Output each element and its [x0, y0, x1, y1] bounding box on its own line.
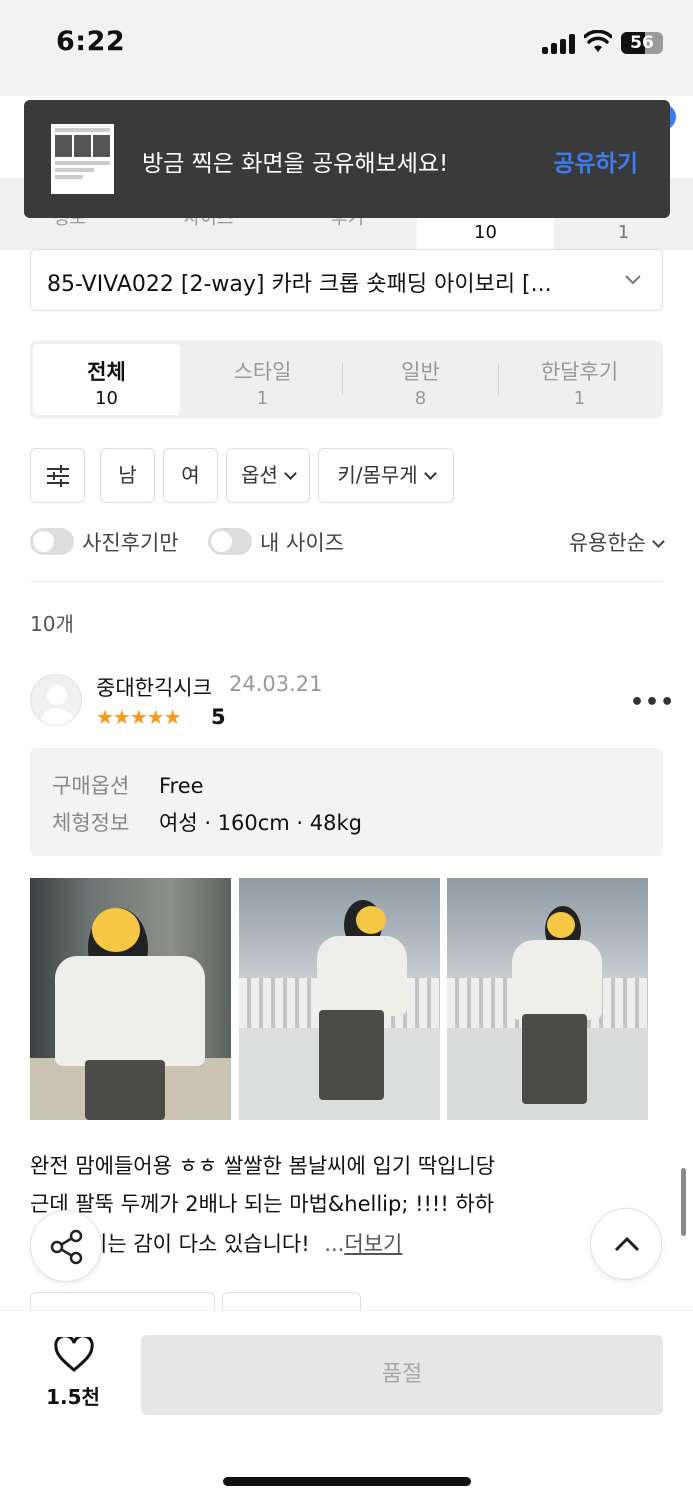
filter-button[interactable] — [30, 448, 85, 503]
chevron-up-icon — [614, 1236, 640, 1252]
toast-message: 방금 찍은 화면을 공유해보세요! — [142, 151, 449, 177]
review-text-line: 완전 맘에들어용 ㅎㅎ 쌀쌀한 봄날씨에 입기 딱입니당 — [30, 1154, 496, 1178]
review-date: 24.03.21 — [229, 672, 323, 696]
star-rating: ★★★★★ — [96, 705, 182, 729]
filter-male[interactable]: 남 — [100, 448, 155, 503]
review-count: 10개 — [30, 612, 74, 636]
review-photo[interactable] — [30, 878, 231, 1120]
review-photo[interactable] — [447, 878, 648, 1120]
photo-only-label: 사진후기만 — [82, 531, 179, 555]
like-count: 1.5천 — [46, 1385, 100, 1409]
body-info-key: 체형정보 — [52, 811, 130, 835]
purchase-option-row: 구매옵션 Free — [52, 770, 204, 800]
review-photo[interactable] — [239, 878, 440, 1120]
tab-all[interactable]: 전체 10 — [33, 344, 180, 415]
review-type-tabs: 전체 10 스타일 1 일반 8 한달후기 1 — [30, 341, 663, 418]
heart-icon[interactable] — [54, 1337, 94, 1373]
filter-option-label: 옵션 — [241, 463, 278, 487]
tab-style[interactable]: 스타일 1 — [185, 344, 340, 415]
my-size-toggle[interactable] — [208, 528, 252, 555]
review-text-line: 근데 팔뚝 두께가 2배나 되는 마법&hellip; !!!! 하하 — [30, 1192, 495, 1216]
review-text-line: 이는 감이 다소 있습니다! ...더보기 — [88, 1225, 648, 1263]
filter-female[interactable]: 여 — [163, 448, 218, 503]
battery-icon: 56 — [621, 32, 663, 54]
product-option-select[interactable]: 85-VIVA022 [2-way] 카라 크롭 숏패딩 아이보리 [... — [30, 249, 663, 311]
home-indicator — [223, 1477, 471, 1486]
signal-icon — [542, 34, 576, 54]
sort-label: 유용한순 — [568, 531, 646, 555]
more-icon[interactable]: ••• — [630, 690, 674, 715]
avatar[interactable] — [30, 674, 82, 726]
body-info-value: 여성 · 160cm · 48kg — [159, 811, 362, 835]
scrollbar[interactable] — [681, 1168, 686, 1236]
chevron-down-icon — [625, 275, 641, 285]
chevron-down-icon — [284, 467, 297, 480]
sold-out-button[interactable]: 품절 — [141, 1335, 663, 1415]
product-option-value: 85-VIVA022 [2-way] 카라 크롭 숏패딩 아이보리 [... — [47, 272, 552, 297]
divider — [30, 581, 663, 582]
tab-general[interactable]: 일반 8 — [343, 344, 498, 415]
share-button[interactable] — [30, 1210, 102, 1282]
chevron-down-icon — [423, 467, 437, 480]
share-icon — [50, 1229, 83, 1265]
my-size-label: 내 사이즈 — [260, 531, 344, 555]
filter-option-dropdown[interactable]: 옵션 — [226, 448, 310, 503]
wifi-icon — [584, 30, 612, 52]
share-now-button[interactable]: 공유하기 — [553, 144, 638, 178]
battery-level: 56 — [630, 33, 654, 53]
review-text-truncated: 이는 감이 다소 있습니다! — [88, 1232, 310, 1256]
reviewer-name[interactable]: 중대한긱시크 — [96, 672, 212, 702]
sort-dropdown[interactable]: 유용한순 — [568, 527, 665, 557]
tab-monthly[interactable]: 한달후기 1 — [499, 344, 660, 415]
purchase-info-box: 구매옵션 Free 체형정보 여성 · 160cm · 48kg — [30, 748, 663, 856]
status-time: 6:22 — [56, 26, 126, 57]
rating-value: 5 — [211, 705, 226, 729]
scroll-top-button[interactable] — [590, 1208, 662, 1280]
share-toast: 방금 찍은 화면을 공유해보세요! 공유하기 — [24, 100, 670, 218]
chevron-down-icon — [652, 535, 665, 548]
body-info-row: 체형정보 여성 · 160cm · 48kg — [52, 807, 362, 837]
bottom-action-bar: 1.5천 품절 — [0, 1310, 693, 1500]
photo-only-toggle[interactable] — [30, 528, 74, 555]
filter-height-weight-dropdown[interactable]: 키/몸무게 — [318, 448, 454, 503]
purchase-option-value: Free — [159, 774, 204, 798]
ellipsis-text: ... — [324, 1232, 345, 1256]
sliders-icon — [46, 465, 69, 487]
screenshot-thumbnail[interactable] — [51, 124, 114, 194]
toggle-row: 사진후기만 내 사이즈 유용한순 — [30, 526, 665, 560]
purchase-option-key: 구매옵션 — [52, 774, 130, 798]
read-more-link[interactable]: 더보기 — [344, 1232, 402, 1256]
status-bar: 6:22 56 — [0, 0, 693, 96]
filter-height-weight-label: 키/몸무게 — [337, 463, 418, 487]
